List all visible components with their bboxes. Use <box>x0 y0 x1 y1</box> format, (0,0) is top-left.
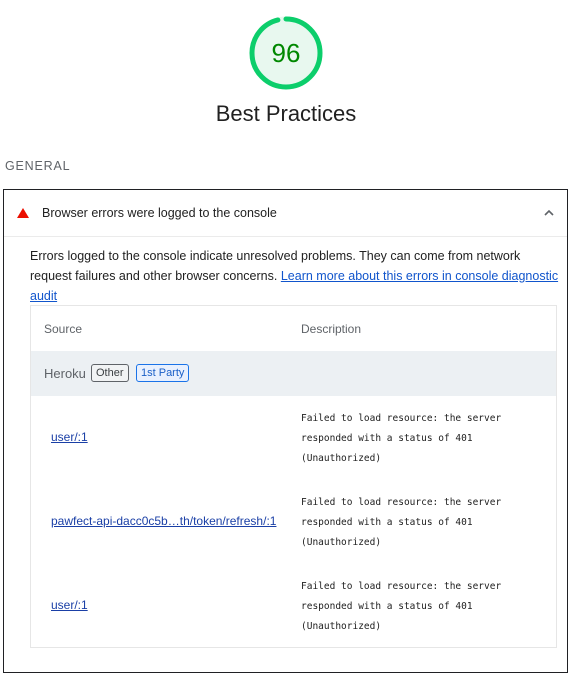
column-header-description: Description <box>301 322 362 336</box>
column-header-source: Source <box>44 322 83 336</box>
audit-header[interactable]: Browser errors were logged to the consol… <box>4 190 567 237</box>
table-row: user/:1 Failed to load resource: the ser… <box>31 564 556 648</box>
warning-triangle-icon <box>17 208 29 218</box>
group-label: GENERAL <box>5 159 71 173</box>
category-title: Best Practices <box>215 101 357 126</box>
error-description: Failed to load resource: the server resp… <box>301 413 502 464</box>
source-link[interactable]: user/:1 <box>51 598 88 612</box>
entity-row: Heroku Other 1st Party <box>31 351 556 396</box>
audit-description: Errors logged to the console indicate un… <box>30 246 560 306</box>
details-table: Source Description Heroku Other 1st Part… <box>30 305 557 648</box>
source-link[interactable]: user/:1 <box>51 430 88 444</box>
table-header: Source Description <box>31 306 556 351</box>
first-party-chip: 1st Party <box>136 364 190 382</box>
entity-category-chip: Other <box>91 364 129 382</box>
error-description: Failed to load resource: the server resp… <box>301 581 502 632</box>
score-gauge: 96 <box>248 15 324 91</box>
score-value: 96 <box>271 38 301 68</box>
audit-panel: Browser errors were logged to the consol… <box>3 189 568 673</box>
error-description: Failed to load resource: the server resp… <box>301 497 502 548</box>
audit-title: Browser errors were logged to the consol… <box>42 206 277 220</box>
source-link[interactable]: pawfect-api-dacc0c5b…th/token/refresh/:1 <box>51 514 276 528</box>
chevron-up-icon[interactable] <box>543 207 555 219</box>
entity-name: Heroku <box>44 366 86 381</box>
table-row: pawfect-api-dacc0c5b…th/token/refresh/:1… <box>31 480 556 564</box>
table-row: user/:1 Failed to load resource: the ser… <box>31 396 556 480</box>
